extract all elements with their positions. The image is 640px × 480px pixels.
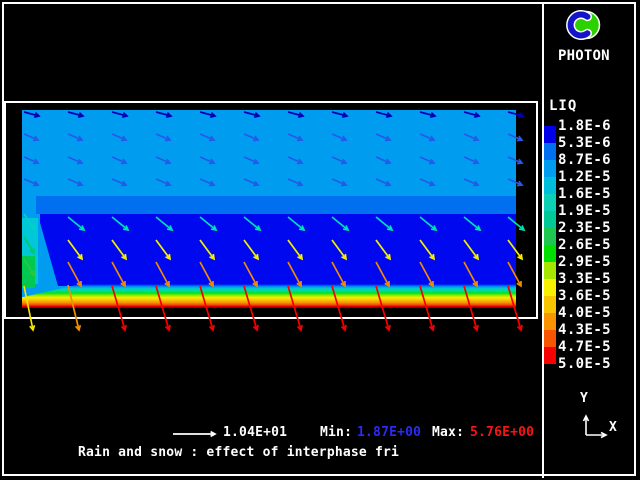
legend-color-box [544, 296, 556, 313]
legend-color-box [544, 228, 556, 245]
photon-window: 1.04E+01 Min: 1.87E+00 Max: 5.76E+00 Rai… [0, 0, 640, 480]
contour-region-lower [36, 214, 516, 286]
legend-color-box [544, 160, 556, 177]
legend-value: 4.0E-5 [558, 305, 611, 322]
legend-color-box [544, 347, 556, 364]
legend-color-box [544, 126, 556, 143]
legend-color-box [544, 194, 556, 211]
legend-color-box [544, 245, 556, 262]
legend-value: 1.6E-5 [558, 186, 611, 203]
legend-value: 2.9E-5 [558, 254, 611, 271]
color-legend: 1.8E-65.3E-68.7E-61.2E-51.6E-51.9E-52.3E… [544, 118, 636, 380]
contour-bottom-gradient [22, 284, 516, 308]
contour-field [22, 110, 516, 308]
photon-logo-icon [562, 6, 606, 46]
contour-region-mid-band [36, 196, 516, 214]
legend-value: 3.3E-5 [558, 271, 611, 288]
legend-value: 2.3E-5 [558, 220, 611, 237]
legend-color-box [544, 279, 556, 296]
legend-value: 3.6E-5 [558, 288, 611, 305]
contour-left-green-strip [22, 256, 35, 288]
legend-value: 1.8E-6 [558, 118, 611, 135]
app-title: PHOTON [558, 49, 610, 63]
legend-value: 2.6E-5 [558, 237, 611, 254]
legend-value: 8.7E-6 [558, 152, 611, 169]
max-label: Max: [432, 426, 464, 439]
legend-value: 4.3E-5 [558, 322, 611, 339]
y-axis-label: Y [580, 392, 588, 405]
legend-value: 4.7E-5 [558, 339, 611, 356]
axis-indicator-icon [574, 405, 618, 445]
legend-color-box [544, 177, 556, 194]
max-value: 5.76E+00 [470, 426, 534, 439]
legend-value: 1.9E-5 [558, 203, 611, 220]
legend-title: LIQ [549, 99, 577, 113]
legend-color-box [544, 313, 556, 330]
legend-color-box [544, 211, 556, 228]
legend-value: 1.2E-5 [558, 169, 611, 186]
reference-vector-value: 1.04E+01 [223, 426, 287, 439]
legend-color-box [544, 143, 556, 160]
min-value: 1.87E+00 [357, 426, 421, 439]
legend-color-box [544, 330, 556, 347]
plot-caption: Rain and snow : effect of interphase fri [78, 446, 399, 459]
legend-value: 5.0E-5 [558, 356, 611, 373]
legend-value: 5.3E-6 [558, 135, 611, 152]
min-label: Min: [320, 426, 352, 439]
legend-color-box [544, 262, 556, 279]
